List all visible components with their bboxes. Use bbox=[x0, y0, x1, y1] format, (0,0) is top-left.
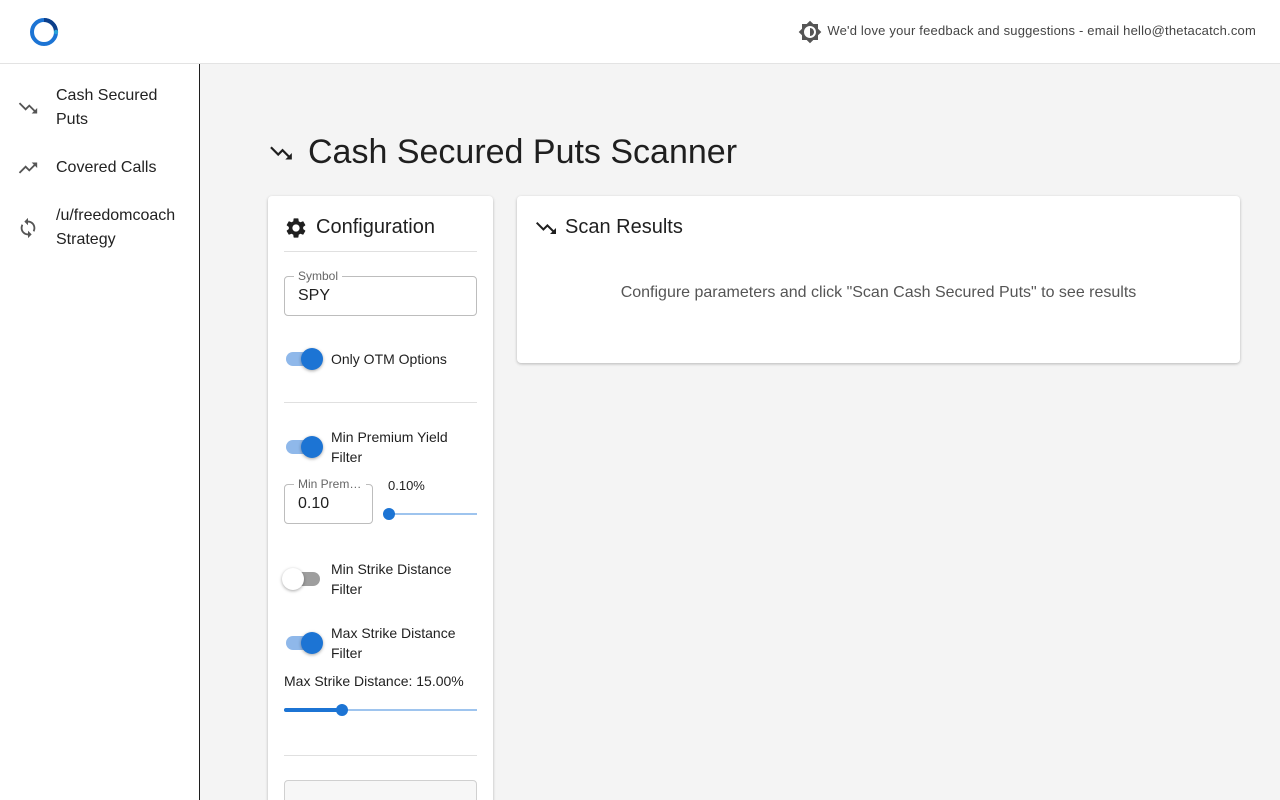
min-premium-input-value: 0.10 bbox=[298, 495, 330, 512]
sidebar-item-label: Cash Secured Puts bbox=[56, 87, 158, 128]
sidebar-item-label: /u/freedomcoach Strategy bbox=[56, 207, 176, 248]
max-strike-toggle[interactable] bbox=[284, 631, 323, 655]
trending-down-icon bbox=[18, 102, 38, 114]
symbol-field[interactable]: Symbol SPY bbox=[284, 269, 477, 316]
toggle-thumb bbox=[282, 568, 304, 590]
slider-fill bbox=[284, 708, 342, 712]
min-premium-input-label: Min Premium Yield (%) bbox=[294, 477, 366, 491]
toggle-thumb bbox=[301, 632, 323, 654]
trending-down-icon bbox=[536, 222, 556, 234]
scan-button[interactable] bbox=[284, 780, 477, 800]
toggle-thumb bbox=[301, 348, 323, 370]
configuration-title: Configuration bbox=[316, 216, 435, 238]
sync-icon bbox=[20, 217, 36, 239]
slider-rail bbox=[389, 513, 477, 515]
scan-results-card: Scan Results Configure parameters and cl… bbox=[517, 196, 1240, 363]
sidebar-item-cash-secured-puts[interactable]: Cash Secured Puts bbox=[0, 84, 199, 132]
trending-up-icon bbox=[18, 162, 38, 174]
configuration-card: Configuration Symbol SPY Only OTM Option… bbox=[268, 196, 493, 800]
trending-down-icon bbox=[270, 146, 292, 160]
sidebar-nav: Cash Secured Puts Covered Calls /u/freed… bbox=[0, 64, 200, 800]
min-premium-slider[interactable] bbox=[383, 507, 477, 521]
max-strike-slider[interactable] bbox=[284, 703, 477, 717]
brightness-icon bbox=[798, 20, 822, 44]
divider bbox=[284, 402, 477, 403]
max-strike-distance-value: Max Strike Distance: 15.00% bbox=[284, 673, 464, 689]
otm-toggle-label: Only OTM Options bbox=[331, 351, 447, 367]
sidebar-item-covered-calls[interactable]: Covered Calls bbox=[0, 156, 199, 180]
page-title: Cash Secured Puts Scanner bbox=[308, 133, 738, 171]
sidebar-item-label: Covered Calls bbox=[56, 159, 157, 176]
min-strike-toggle[interactable] bbox=[282, 567, 322, 591]
top-app-bar: We'd love your feedback and suggestions … bbox=[0, 0, 1280, 64]
ring-logo-icon[interactable] bbox=[28, 16, 60, 48]
toggle-thumb bbox=[301, 436, 323, 458]
min-strike-toggle-label: Min Strike Distance Filter bbox=[331, 561, 452, 597]
sidebar-item-freedomcoach-strategy[interactable]: /u/freedomcoach Strategy bbox=[0, 204, 199, 252]
theme-toggle-button[interactable] bbox=[796, 18, 824, 46]
feedback-text: We'd love your feedback and suggestions … bbox=[827, 23, 1256, 38]
slider-thumb[interactable] bbox=[383, 508, 395, 520]
symbol-label: Symbol bbox=[294, 269, 343, 283]
symbol-value: SPY bbox=[298, 287, 331, 304]
divider bbox=[284, 755, 477, 756]
gear-icon bbox=[286, 218, 306, 238]
min-premium-toggle-label: Min Premium Yield Filter bbox=[331, 429, 448, 465]
scan-results-title: Scan Results bbox=[565, 216, 683, 238]
divider bbox=[284, 251, 477, 252]
otm-toggle[interactable] bbox=[284, 347, 323, 371]
max-strike-toggle-label: Max Strike Distance Filter bbox=[331, 625, 456, 661]
min-premium-toggle[interactable] bbox=[284, 435, 323, 459]
scan-results-empty-message: Configure parameters and click "Scan Cas… bbox=[620, 284, 1137, 301]
slider-thumb[interactable] bbox=[335, 704, 348, 716]
min-premium-slider-value: 0.10% bbox=[388, 478, 425, 493]
min-premium-input[interactable]: Min Premium Yield (%) 0.10 bbox=[284, 477, 373, 524]
